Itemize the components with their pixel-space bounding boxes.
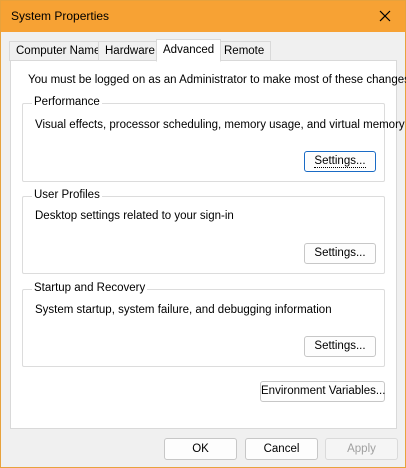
- ok-button[interactable]: OK: [164, 438, 237, 460]
- tab-computer-name[interactable]: Computer Name: [9, 41, 108, 61]
- startup-recovery-group: Startup and Recovery System startup, sys…: [22, 282, 385, 367]
- user-profiles-group: User Profiles Desktop settings related t…: [22, 189, 385, 274]
- title-bar[interactable]: System Properties: [1, 1, 405, 32]
- window-title: System Properties: [11, 9, 110, 23]
- environment-variables-button[interactable]: Environment Variables...: [260, 381, 385, 402]
- performance-group: Performance Visual effects, processor sc…: [22, 96, 405, 182]
- close-button[interactable]: [371, 4, 399, 28]
- system-properties-window: System Properties Computer Name Hardware…: [0, 0, 406, 468]
- user-profiles-description: Desktop settings related to your sign-in: [35, 210, 234, 222]
- close-icon: [379, 10, 391, 22]
- tab-hardware[interactable]: Hardware: [98, 41, 162, 61]
- admin-note: You must be logged on as an Administrato…: [28, 74, 406, 86]
- advanced-tab-panel: You must be logged on as an Administrato…: [10, 60, 406, 429]
- performance-title: Performance: [32, 96, 102, 108]
- apply-button[interactable]: Apply: [325, 438, 398, 460]
- cancel-button[interactable]: Cancel: [245, 438, 318, 460]
- user-profiles-title: User Profiles: [32, 189, 102, 201]
- performance-settings-button[interactable]: Settings...: [304, 151, 376, 172]
- startup-recovery-settings-button[interactable]: Settings...: [304, 336, 376, 357]
- tab-remote[interactable]: Remote: [217, 41, 272, 61]
- performance-settings-label: Settings...: [314, 155, 366, 168]
- startup-recovery-title: Startup and Recovery: [32, 282, 148, 294]
- startup-recovery-description: System startup, system failure, and debu…: [35, 304, 332, 316]
- tab-advanced[interactable]: Advanced: [156, 39, 222, 62]
- user-profiles-settings-button[interactable]: Settings...: [304, 243, 376, 264]
- performance-description: Visual effects, processor scheduling, me…: [35, 119, 405, 131]
